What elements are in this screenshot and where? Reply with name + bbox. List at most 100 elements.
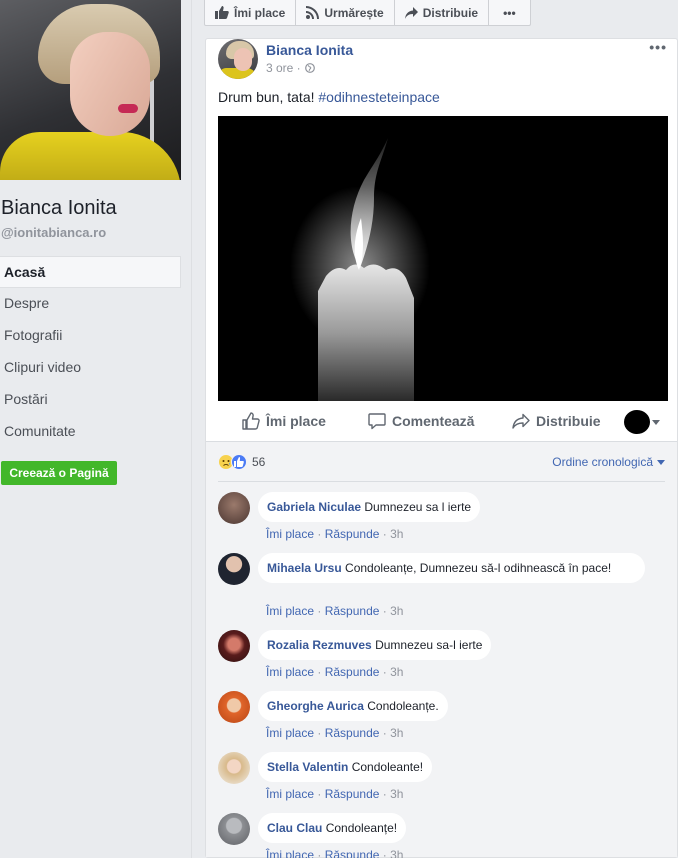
comment-time[interactable]: 3h xyxy=(390,787,403,801)
post-comment-button[interactable]: Comentează xyxy=(368,412,474,430)
comment-like-link[interactable]: Îmi place xyxy=(266,604,314,618)
comment-sort-dropdown[interactable]: Ordine cronologică xyxy=(552,455,665,469)
comment-actions: Îmi place · Răspunde · 3h xyxy=(266,726,404,740)
commenter-avatar[interactable] xyxy=(218,492,250,524)
post-as-selector[interactable] xyxy=(624,410,660,434)
comment-bubble: Rozalia Rezmuves Dumnezeu sa-l ierte xyxy=(258,630,492,660)
thumbs-up-icon xyxy=(215,6,229,19)
comment-time[interactable]: 3h xyxy=(390,726,403,740)
post-comment-label: Comentează xyxy=(392,413,475,429)
page-like-button[interactable]: Îmi place xyxy=(205,0,297,25)
comment-actions: Îmi place · Răspunde · 3h xyxy=(266,848,403,858)
post-message: Drum bun, tata! xyxy=(218,89,319,105)
comment-text: Condoleanțe, Dumnezeu să-l odihnească în xyxy=(345,561,579,575)
commenter-name[interactable]: Stella Valentin xyxy=(267,760,348,774)
comment-like-link[interactable]: Îmi place xyxy=(266,665,314,679)
comment-icon xyxy=(368,413,386,430)
nav-item-posts[interactable]: Postări xyxy=(0,384,181,416)
comment-bubble: Gabriela Niculae Dumnezeu sa l ierte xyxy=(258,492,481,522)
share-icon xyxy=(512,413,530,429)
like-reaction-icon xyxy=(231,454,247,470)
reaction-count: 56 xyxy=(252,455,266,469)
post-photo[interactable] xyxy=(218,116,668,401)
avatar-face xyxy=(234,48,252,71)
photo-face xyxy=(70,32,150,136)
profile-handle[interactable]: @ionitabianca.ro xyxy=(1,225,106,240)
chevron-down-icon xyxy=(657,459,665,465)
comment-time[interactable]: 3h xyxy=(390,848,403,858)
thumbs-up-outline-icon xyxy=(242,412,260,430)
post-card: Bianca Ionita 3 ore · ••• Drum bun, tata… xyxy=(205,38,678,858)
nav-item-videos[interactable]: Clipuri video xyxy=(0,352,181,384)
post-options-button[interactable]: ••• xyxy=(649,39,667,55)
commenter-name[interactable]: Gheorghe Aurica xyxy=(267,699,364,713)
post-text: Drum bun, tata! #odihnesteteinpace xyxy=(218,89,440,105)
comment-text: Condoleante! xyxy=(351,760,424,774)
commenter-avatar[interactable] xyxy=(218,630,250,662)
globe-icon[interactable] xyxy=(304,63,315,73)
comment-reply-link[interactable]: Răspunde xyxy=(325,848,380,858)
nav-item-photos[interactable]: Fotografii xyxy=(0,320,181,352)
comment-text: Condoleanțe. xyxy=(367,699,439,713)
comment-reply-link[interactable]: Răspunde xyxy=(325,665,380,679)
comment-bubble: Stella Valentin Condoleante! xyxy=(258,752,433,782)
rss-follow-icon xyxy=(306,6,320,19)
viewer-avatar xyxy=(624,410,650,434)
comment-time[interactable]: 3h xyxy=(390,604,403,618)
comment-actions: Îmi place · Răspunde · 3h xyxy=(266,787,404,801)
sort-label: Ordine cronologică xyxy=(552,455,653,469)
follow-button[interactable]: Urmărește xyxy=(296,0,395,25)
page-share-label: Distribuie xyxy=(422,5,479,20)
comment-reply-link[interactable]: Răspunde xyxy=(325,604,380,618)
commenter-name[interactable]: Mihaela Ursu xyxy=(267,561,342,575)
follow-label: Urmărește xyxy=(324,5,384,20)
page-nav: Acasă Despre Fotografii Clipuri video Po… xyxy=(0,256,181,448)
comment-actions: Îmi place · Răspunde · 3h xyxy=(266,527,404,541)
comment-text-continued: pace! xyxy=(581,561,612,575)
photo-lips xyxy=(118,104,138,113)
comment-reply-link[interactable]: Răspunde xyxy=(325,787,380,801)
commenter-avatar[interactable] xyxy=(218,691,250,723)
comment-bubble: Clau Clau Condoleanțe! xyxy=(258,813,407,843)
profile-name[interactable]: Bianca Ionita xyxy=(1,197,117,220)
comment-reply-link[interactable]: Răspunde xyxy=(325,726,380,740)
post-author-avatar[interactable] xyxy=(218,39,258,79)
nav-item-community[interactable]: Comunitate xyxy=(0,416,181,448)
nav-item-home[interactable]: Acasă xyxy=(0,256,181,288)
divider xyxy=(218,481,665,482)
post-author-name[interactable]: Bianca Ionita xyxy=(266,42,353,58)
page-share-button[interactable]: Distribuie xyxy=(395,0,490,25)
page-action-bar: Îmi place Urmărește Distribuie ••• xyxy=(204,0,531,26)
more-options-button[interactable]: ••• xyxy=(489,0,530,25)
comment-actions: Îmi place · Răspunde · 3h xyxy=(266,665,404,679)
page-sidebar: Bianca Ionita @ionitabianca.ro Acasă Des… xyxy=(0,0,192,858)
comment-like-link[interactable]: Îmi place xyxy=(266,527,314,541)
commenter-avatar[interactable] xyxy=(218,752,250,784)
comment-text: Dumnezeu sa-l ierte xyxy=(375,638,483,652)
comment-reply-link[interactable]: Răspunde xyxy=(325,527,380,541)
comment-like-link[interactable]: Îmi place xyxy=(266,787,314,801)
comment-bubble: Mihaela Ursu Condoleanțe, Dumnezeu să-l … xyxy=(258,553,645,583)
nav-item-about[interactable]: Despre xyxy=(0,288,181,320)
comment-text: Dumnezeu sa l ierte xyxy=(364,500,472,514)
comment-time[interactable]: 3h xyxy=(390,527,403,541)
profile-photo[interactable] xyxy=(0,0,181,180)
post-like-label: Îmi place xyxy=(266,413,326,429)
post-hashtag[interactable]: #odihnesteteinpace xyxy=(318,89,439,105)
post-share-button[interactable]: Distribuie xyxy=(512,413,601,429)
post-like-button[interactable]: Îmi place xyxy=(242,412,326,430)
commenter-avatar[interactable] xyxy=(218,813,250,845)
commenter-name[interactable]: Rozalia Rezmuves xyxy=(267,638,372,652)
commenter-name[interactable]: Gabriela Niculae xyxy=(267,500,361,514)
reactions-summary[interactable]: 56 xyxy=(218,454,265,470)
comment-like-link[interactable]: Îmi place xyxy=(266,848,314,858)
commenter-name[interactable]: Clau Clau xyxy=(267,821,322,835)
comment-text: Condoleanțe! xyxy=(325,821,398,835)
post-share-label: Distribuie xyxy=(536,413,601,429)
comment-like-link[interactable]: Îmi place xyxy=(266,726,314,740)
commenter-avatar[interactable] xyxy=(218,553,250,585)
share-arrow-icon xyxy=(404,6,418,19)
create-page-button[interactable]: Creează o Pagină xyxy=(1,461,117,485)
comment-time[interactable]: 3h xyxy=(390,665,403,679)
post-time[interactable]: 3 ore · xyxy=(266,61,301,75)
